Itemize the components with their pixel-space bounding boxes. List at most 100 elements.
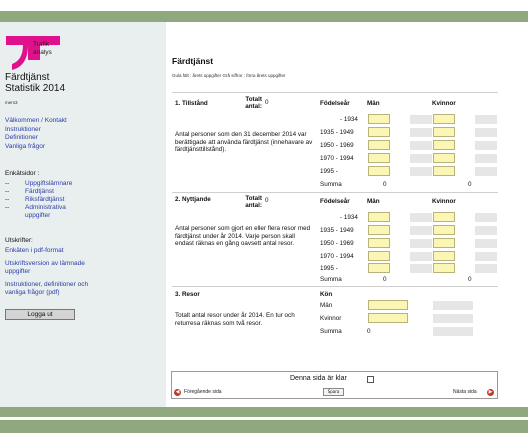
nav-pdf[interactable]: Enkäten i pdf-format (5, 247, 110, 256)
nav-instructions[interactable]: Instruktioner (5, 126, 67, 135)
sec2-man-prev (410, 252, 432, 261)
utskrifter-nav: Enkäten i pdf-format Utskriftsversion av… (5, 247, 110, 298)
prev-page-link[interactable]: Föregående sida (184, 389, 222, 395)
sec1-sum-man: 0 (383, 181, 387, 188)
sec1-man-input[interactable] (368, 166, 390, 176)
sec1-title: 1. Tillstånd (175, 100, 208, 107)
nav-riksfardtjanst[interactable]: Riksfärdtjänst (25, 196, 85, 204)
sec3-man-input[interactable] (368, 300, 408, 310)
sec1-total-value: 0 (265, 99, 269, 106)
next-page-link[interactable]: Nästa sida (453, 389, 477, 395)
nav-definitions[interactable]: Definitioner (5, 134, 67, 143)
sec1-man-input[interactable] (368, 153, 390, 163)
sec2-man-prev (410, 239, 432, 248)
sec3-title: 3. Resor (175, 291, 200, 298)
nav-fardtjanst[interactable]: Färdtjänst (25, 188, 85, 196)
dash: -- (5, 196, 10, 203)
sec1-row-label: 1970 - 1994 (320, 155, 354, 162)
nav-faq[interactable]: Vanliga frågor (5, 143, 67, 152)
sec2-man-input[interactable] (368, 225, 390, 235)
sec3-description: Totalt antal resor under år 2014. En tur… (175, 312, 295, 327)
nav-print-version[interactable]: Utskriftsversion av lämnade uppgifter (5, 260, 110, 277)
sec3-row-label: Kvinnor (320, 315, 342, 322)
save-button[interactable]: Spara (323, 388, 344, 396)
bottom-band (0, 407, 528, 417)
prev-arrow-icon[interactable]: ◀ (174, 389, 181, 396)
sec1-man-prev (410, 128, 432, 137)
sec2-title: 2. Nyttjande (175, 196, 211, 203)
sec1-col-kvinnor: Kvinnor (432, 100, 456, 107)
sec1-man-input[interactable] (368, 140, 390, 150)
sec3-col-kon: Kön (320, 291, 333, 298)
sec2-kvinnor-prev (475, 226, 497, 235)
nav-administrativa[interactable]: Administrativa uppgifter (25, 204, 85, 220)
sec1-col-man: Män (367, 100, 380, 107)
sec2-kvinnor-input[interactable] (433, 225, 455, 235)
main-nav: Välkommen / Kontakt Instruktioner Defini… (5, 117, 67, 151)
sec3-row-label: Män (320, 302, 333, 309)
sec2-man-input[interactable] (368, 212, 390, 222)
enkat-label: Enkätsidor : (5, 170, 40, 177)
sec3-sum-value: 0 (367, 328, 371, 335)
nav-instructions-pdf[interactable]: Instruktioner, definitioner och vanliga … (5, 281, 110, 298)
sec1-row-label: - 1934 (340, 116, 358, 123)
divider (172, 286, 498, 287)
sec3-sum-label: Summa (320, 328, 342, 335)
sec2-kvinnor-input[interactable] (433, 251, 455, 261)
dash: -- (5, 180, 10, 187)
enkat-nav: -- Uppgiftslämnare -- Färdtjänst -- Riksfär… (5, 180, 85, 220)
sec1-kvinnor-prev (475, 167, 497, 176)
sec3-kvinnor-prev (433, 314, 473, 323)
sec1-total-label: Totalt antal: (245, 96, 262, 110)
sec2-sum-kvinnor: 0 (468, 276, 472, 283)
nav-uppgiftslamnare[interactable]: Uppgiftslämnare (25, 180, 85, 188)
sec1-kvinnor-prev (475, 141, 497, 150)
sidebar: Trafik analys Färdtjänst Statistik 2014 … (0, 22, 166, 407)
logout-button[interactable]: Logga ut (5, 309, 75, 320)
sec2-kvinnor-input[interactable] (433, 212, 455, 222)
sec1-man-prev (410, 154, 432, 163)
sec2-col-fodelsear: Födelseår (320, 198, 350, 205)
sec2-man-prev (410, 213, 432, 222)
sec1-kvinnor-input[interactable] (433, 127, 455, 137)
logo-text: Trafik analys (33, 41, 52, 56)
sec2-kvinnor-input[interactable] (433, 263, 455, 273)
sec1-man-input[interactable] (368, 127, 390, 137)
next-arrow-icon[interactable]: ▶ (487, 389, 494, 396)
sec2-row-label: 1995 - (320, 265, 338, 272)
sec2-kvinnor-prev (475, 239, 497, 248)
sec2-row-label: 1950 - 1969 (320, 240, 354, 247)
sec3-sum-prev (433, 327, 473, 336)
sec1-man-prev (410, 167, 432, 176)
sec1-man-input[interactable] (368, 114, 390, 124)
app-title: Färdtjänst Statistik 2014 (5, 72, 66, 94)
sec1-kvinnor-input[interactable] (433, 140, 455, 150)
sec1-sum-kvinnor: 0 (468, 181, 472, 188)
dash: -- (5, 204, 10, 211)
klar-text: Denna sida är klar (290, 375, 347, 382)
sec3-kvinnor-input[interactable] (368, 313, 408, 323)
page-done-checkbox[interactable] (367, 376, 374, 383)
sec2-man-input[interactable] (368, 238, 390, 248)
nav-welcome[interactable]: Välkommen / Kontakt (5, 117, 67, 126)
sec1-kvinnor-prev (475, 115, 497, 124)
sec2-kvinnor-input[interactable] (433, 238, 455, 248)
sec2-col-man: Män (367, 198, 380, 205)
bottom-band (0, 420, 528, 433)
sec2-total-value: 0 (265, 197, 269, 204)
sec2-man-input[interactable] (368, 251, 390, 261)
sec2-kvinnor-prev (475, 264, 497, 273)
sec1-man-prev (410, 115, 432, 124)
sec2-kvinnor-prev (475, 213, 497, 222)
dash: -- (5, 188, 10, 195)
sec1-kvinnor-input[interactable] (433, 166, 455, 176)
sec1-kvinnor-input[interactable] (433, 153, 455, 163)
sec2-row-label: 1935 - 1949 (320, 227, 354, 234)
sec1-kvinnor-input[interactable] (433, 114, 455, 124)
sec2-man-input[interactable] (368, 263, 390, 273)
sec1-man-prev (410, 141, 432, 150)
sec2-col-kvinnor: Kvinnor (432, 198, 456, 205)
page-done-label: Denna sida är klar (290, 375, 347, 382)
divider (172, 192, 498, 193)
sec1-description: Antal personer som den 31 december 2014 … (175, 131, 313, 153)
